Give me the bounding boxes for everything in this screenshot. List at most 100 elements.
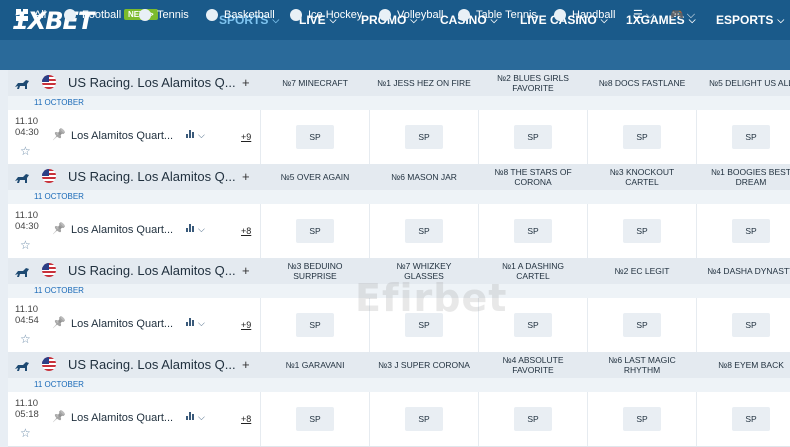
more-markets-link[interactable]: +8 [241, 414, 251, 424]
usa-flag-icon [42, 357, 56, 371]
sport-label: Basketball [224, 9, 275, 21]
odds-sp-button[interactable]: SP [623, 125, 661, 149]
more-markets-link[interactable]: +9 [241, 320, 251, 330]
pin-icon[interactable]: 📌 [52, 410, 66, 423]
odds-sp-button[interactable]: SP [623, 407, 661, 431]
league-title[interactable]: US Racing. Los Alamitos Q... [68, 75, 236, 90]
league-header[interactable]: US Racing. Los Alamitos Q... + №1 GARAVANI… [8, 352, 790, 378]
sport-label: Volleyball [397, 9, 444, 21]
gamepad-icon: 🎮 ⌵ [670, 9, 696, 21]
outcome-label: №2 EC LEGIT [614, 266, 670, 276]
odds-sp-button[interactable]: SP [732, 219, 770, 243]
expand-markets-button[interactable]: + [242, 357, 250, 372]
statistics-icon[interactable]: ⌵ [186, 224, 205, 235]
sport-volleyball[interactable]: Volleyball [379, 0, 443, 30]
column-divider [696, 298, 697, 352]
event-name[interactable]: Los Alamitos Quart... [71, 412, 173, 424]
event-time: 11.10 04:30 [15, 116, 39, 138]
odds-sp-button[interactable]: SP [732, 125, 770, 149]
league-title[interactable]: US Racing. Los Alamitos Q... [68, 357, 236, 372]
event-name[interactable]: Los Alamitos Quart... [71, 130, 173, 142]
sport-all[interactable]: All [16, 0, 46, 30]
event-name[interactable]: Los Alamitos Quart... [71, 318, 173, 330]
odds-sp-button[interactable]: SP [623, 313, 661, 337]
column-divider [478, 204, 479, 258]
more-markets-link[interactable]: +8 [241, 226, 251, 236]
odds-sp-button[interactable]: SP [405, 313, 443, 337]
nav-esports[interactable]: ESPORTS ⌵ [716, 0, 784, 40]
ice-hockey-icon [290, 9, 302, 21]
event-date: 11.10 [15, 116, 39, 127]
favorite-star-icon[interactable]: ☆ [20, 426, 31, 440]
league-header[interactable]: US Racing. Los Alamitos Q... + №3 BEDUINO … [8, 258, 790, 284]
odds-sp-button[interactable]: SP [296, 125, 334, 149]
more-sports-menu[interactable]: ☰ ⌵ [633, 0, 654, 30]
games-menu[interactable]: 🎮 ⌵ [670, 0, 695, 30]
sport-handball[interactable]: Handball [554, 0, 615, 30]
pin-icon[interactable]: 📌 [52, 316, 66, 329]
expand-markets-button[interactable]: + [242, 75, 250, 90]
outcome-label: №1 BOOGIES BEST DREAM [711, 167, 790, 187]
league-title[interactable]: US Racing. Los Alamitos Q... [68, 263, 236, 278]
odds-sp-button[interactable]: SP [732, 313, 770, 337]
favorite-star-icon[interactable]: ☆ [20, 332, 31, 346]
favorite-star-icon[interactable]: ☆ [20, 238, 31, 252]
favorite-star-icon[interactable]: ☆ [20, 144, 31, 158]
sports-menu-bar [0, 40, 790, 70]
chevron-down-icon: ⌵ [777, 14, 785, 25]
sport-ice-hockey[interactable]: Ice Hockey [290, 0, 362, 30]
odds-sp-button[interactable]: SP [405, 407, 443, 431]
all-grid-icon [16, 9, 28, 21]
odds-sp-button[interactable]: SP [514, 125, 552, 149]
league-title[interactable]: US Racing. Los Alamitos Q... [68, 169, 236, 184]
column-divider [260, 298, 261, 352]
odds-sp-button[interactable]: SP [405, 125, 443, 149]
sport-basketball[interactable]: Basketball [206, 0, 275, 30]
odds-sp-button[interactable]: SP [296, 219, 334, 243]
sport-tennis[interactable]: Tennis [139, 0, 189, 30]
event-row[interactable]: 11.10 04:54 ☆ 📌 Los Alamitos Quart... ⌵ +9 SP SP… [8, 298, 790, 353]
league-header[interactable]: US Racing. Los Alamitos Q... + №5 OVER AGA… [8, 164, 790, 190]
pin-icon[interactable]: 📌 [52, 128, 66, 141]
expand-markets-button[interactable]: + [242, 263, 250, 278]
event-row[interactable]: 11.10 04:30 ☆ 📌 Los Alamitos Quart... ⌵ +9 SP SP… [8, 110, 790, 165]
column-divider [260, 204, 261, 258]
date-label: 11 OCTOBER [34, 380, 84, 389]
league-header[interactable]: US Racing. Los Alamitos Q... + №7 MINECRAF… [8, 70, 790, 96]
column-divider [369, 110, 370, 164]
outcome-label: №5 OVER AGAIN [280, 172, 350, 182]
statistics-icon[interactable]: ⌵ [186, 318, 205, 329]
event-date: 11.10 [15, 304, 39, 315]
event-name[interactable]: Los Alamitos Quart... [71, 224, 173, 236]
odds-sp-button[interactable]: SP [405, 219, 443, 243]
outcome-label: №5 DELIGHT US ALL [708, 78, 790, 88]
odds-sp-button[interactable]: SP [514, 313, 552, 337]
event-clock: 04:30 [15, 221, 39, 232]
column-divider [696, 392, 697, 446]
statistics-icon[interactable]: ⌵ [186, 412, 205, 423]
column-divider [369, 204, 370, 258]
odds-sp-button[interactable]: SP [514, 407, 552, 431]
odds-sp-button[interactable]: SP [296, 313, 334, 337]
outcome-label: №8 EYEM BACK [718, 360, 784, 370]
event-row[interactable]: 11.10 05:18 ☆ 📌 Los Alamitos Quart... ⌵ +8 SP SP… [8, 392, 790, 447]
odds-sp-button[interactable]: SP [623, 219, 661, 243]
event-row[interactable]: 11.10 04:30 ☆ 📌 Los Alamitos Quart... ⌵ +8 SP SP… [8, 204, 790, 259]
odds-sp-button[interactable]: SP [514, 219, 552, 243]
odds-sp-button[interactable]: SP [296, 407, 334, 431]
outcome-label: №1 JESS HEZ ON FIRE [377, 78, 471, 88]
event-clock: 04:30 [15, 127, 39, 138]
horse-racing-icon [14, 359, 30, 371]
sport-football[interactable]: Football [64, 0, 121, 30]
expand-markets-button[interactable]: + [242, 169, 250, 184]
pin-icon[interactable]: 📌 [52, 222, 66, 235]
statistics-icon[interactable]: ⌵ [186, 130, 205, 141]
usa-flag-icon [42, 75, 56, 89]
sport-label: Handball [572, 9, 616, 21]
odds-sp-button[interactable]: SP [732, 407, 770, 431]
outcome-label: №7 WHIZKEY GLASSES [396, 261, 452, 281]
sport-table-tennis[interactable]: Table Tennis [458, 0, 537, 30]
column-divider [369, 392, 370, 446]
horse-racing-icon [14, 171, 30, 183]
more-markets-link[interactable]: +9 [241, 132, 251, 142]
